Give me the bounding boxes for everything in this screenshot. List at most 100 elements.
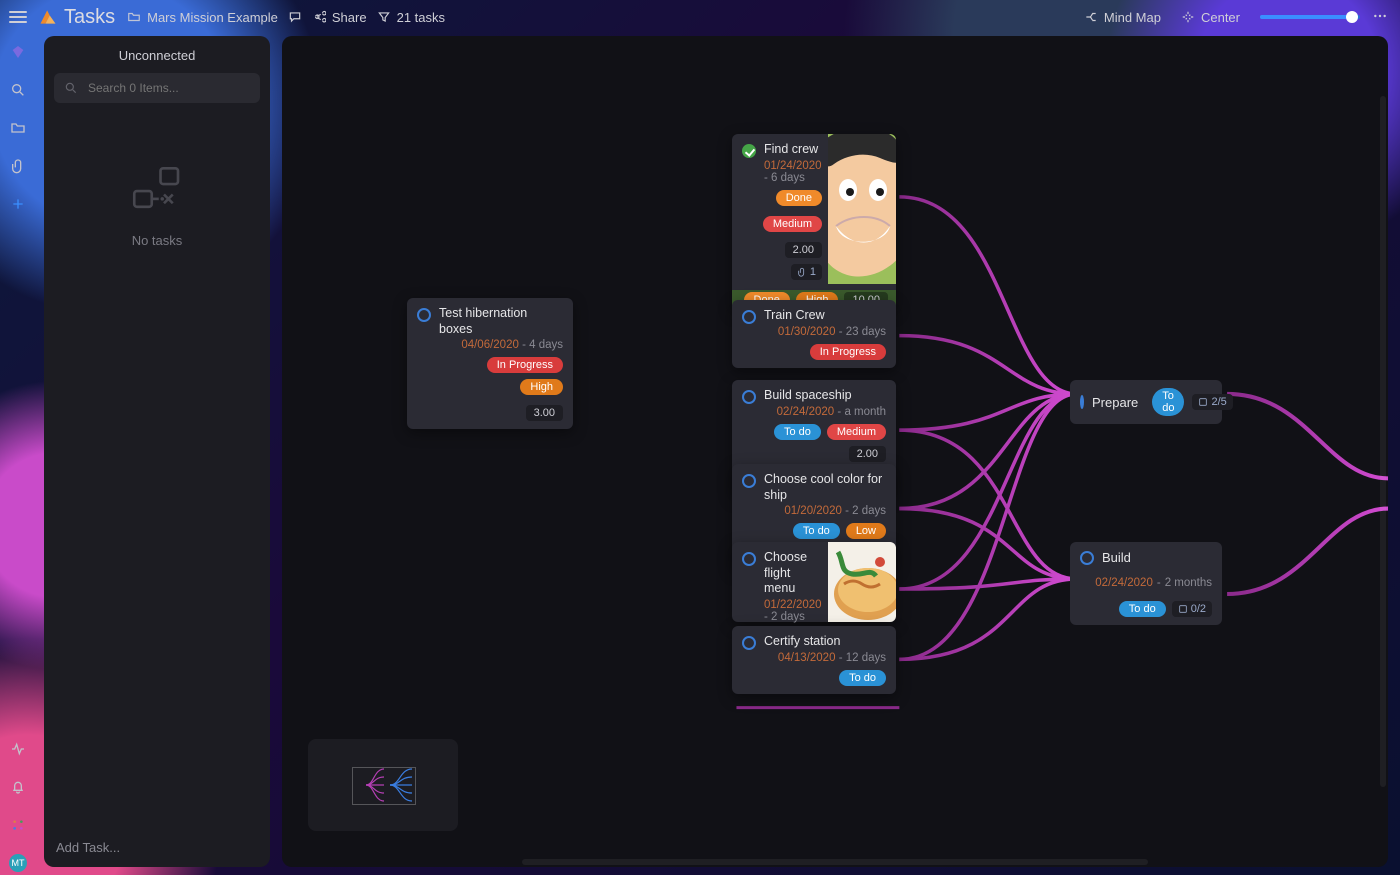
share-button[interactable]: Share <box>312 10 367 25</box>
status-chip: To do <box>839 670 886 686</box>
rail-search[interactable] <box>6 78 30 102</box>
mindmap-canvas[interactable]: Test hibernation boxes 04/06/2020 - 4 da… <box>282 36 1388 867</box>
sidebar-empty: No tasks <box>44 163 270 248</box>
center-icon <box>1181 10 1195 24</box>
sidebar-unconnected: Unconnected No tasks Add Task... <box>44 36 270 867</box>
card-date: 01/24/2020 <box>764 160 822 172</box>
rail-attach[interactable] <box>6 154 30 178</box>
card-image <box>828 134 896 310</box>
view-mode-button[interactable]: Mind Map <box>1084 10 1161 25</box>
card-title: Test hibernation boxes <box>439 306 563 337</box>
rail-notify[interactable] <box>6 775 30 799</box>
priority-chip: Medium <box>763 216 822 232</box>
card-title: Find crew <box>764 142 822 158</box>
canvas-vertical-scrollbar[interactable] <box>1380 96 1386 787</box>
more-button[interactable] <box>1370 8 1390 27</box>
checklist-badge: 2/5 <box>1192 394 1232 410</box>
menu-button[interactable] <box>0 0 36 34</box>
rail-avatar[interactable]: MT <box>6 851 30 875</box>
card-value: 3.00 <box>526 405 563 421</box>
paperclip-icon <box>10 158 26 174</box>
card-title: Build spaceship <box>764 388 886 404</box>
breadcrumb-folder[interactable]: Mars Mission Example <box>127 10 278 25</box>
card-prepare[interactable]: Prepare To do 2/5 <box>1070 380 1222 424</box>
app-title: Tasks <box>64 6 115 29</box>
card-title: Build <box>1102 550 1212 565</box>
status-circle-icon[interactable] <box>1080 551 1094 565</box>
sidebar-search <box>54 73 260 103</box>
status-circle-icon[interactable] <box>417 308 431 322</box>
task-count-label: 21 tasks <box>397 10 445 25</box>
more-icon <box>1372 8 1388 24</box>
checklist-icon <box>1178 604 1188 614</box>
status-circle-icon[interactable] <box>1080 395 1084 409</box>
attachments-badge: 1 <box>791 264 822 280</box>
status-chip: To do <box>774 424 821 440</box>
status-chip: To do <box>793 523 840 539</box>
card-duration: 6 days <box>771 172 805 184</box>
card-duration: 4 days <box>529 339 563 351</box>
search-icon <box>10 82 26 98</box>
view-mode-label: Mind Map <box>1104 10 1161 25</box>
folder-add-icon <box>10 120 26 136</box>
card-title: Train Crew <box>764 308 886 324</box>
priority-chip: Medium <box>827 424 886 440</box>
card-find-crew[interactable]: Find crew 01/24/2020 - 6 days Done Mediu… <box>732 134 896 310</box>
share-icon <box>312 10 326 24</box>
card-duration: 2 days <box>771 611 805 623</box>
apps-icon <box>10 817 26 833</box>
status-chip: To do <box>1152 388 1184 416</box>
rail-activity[interactable] <box>6 737 30 761</box>
nav-rail: MT <box>0 34 36 875</box>
chat-button[interactable] <box>288 10 302 24</box>
status-circle-icon[interactable] <box>742 636 756 650</box>
card-title: Certify station <box>764 634 886 650</box>
card-date: 02/24/2020 <box>777 406 835 418</box>
gem-icon <box>10 44 26 60</box>
status-chip: Done <box>776 190 822 206</box>
search-icon <box>64 81 78 95</box>
add-task-button[interactable]: Add Task... <box>44 830 270 867</box>
status-circle-icon[interactable] <box>742 552 756 566</box>
rail-apps[interactable] <box>6 813 30 837</box>
bell-icon <box>10 779 26 795</box>
rail-folder[interactable] <box>6 116 30 140</box>
status-done-icon[interactable] <box>742 144 756 158</box>
card-hibernate[interactable]: Test hibernation boxes 04/06/2020 - 4 da… <box>407 298 573 429</box>
topbar: Tasks Mars Mission Example Share 21 task… <box>0 0 1400 34</box>
card-train-crew[interactable]: Train Crew 01/30/2020 - 23 days In Progr… <box>732 300 896 368</box>
minimap-viewport[interactable] <box>352 767 416 805</box>
app-icon <box>38 7 58 27</box>
status-circle-icon[interactable] <box>742 310 756 324</box>
share-label: Share <box>332 10 367 25</box>
sidebar-search-input[interactable] <box>86 80 250 96</box>
card-duration: 2 months <box>1165 577 1212 589</box>
sidebar-title: Unconnected <box>44 36 270 73</box>
rail-gem[interactable] <box>6 40 30 64</box>
filter-button[interactable]: 21 tasks <box>377 10 445 25</box>
chat-icon <box>288 10 302 24</box>
card-flight-menu[interactable]: Choose flight menu 01/22/2020 - 2 days <box>732 542 896 622</box>
paperclip-icon <box>797 267 807 277</box>
status-chip: In Progress <box>810 344 886 360</box>
rail-add[interactable] <box>6 192 30 216</box>
status-circle-icon[interactable] <box>742 474 756 488</box>
card-image <box>828 542 896 622</box>
status-circle-icon[interactable] <box>742 390 756 404</box>
center-button[interactable]: Center <box>1181 10 1240 25</box>
minimap[interactable] <box>308 739 458 831</box>
empty-icon <box>129 163 185 219</box>
card-date: 02/24/2020 <box>1095 577 1153 589</box>
canvas-horizontal-scrollbar[interactable] <box>522 859 1148 865</box>
card-date: 01/20/2020 <box>784 505 842 517</box>
folder-icon <box>127 10 141 24</box>
mindmap-icon <box>1084 10 1098 24</box>
center-label: Center <box>1201 10 1240 25</box>
card-certify[interactable]: Certify station 04/13/2020 - 12 days To … <box>732 626 896 694</box>
card-build[interactable]: Build 02/24/2020 - 2 months To do 0/2 <box>1070 542 1222 625</box>
card-date: 01/30/2020 <box>778 326 836 338</box>
zoom-slider[interactable] <box>1260 15 1360 19</box>
priority-chip: Low <box>846 523 886 539</box>
card-date: 04/13/2020 <box>778 652 836 664</box>
card-duration: 23 days <box>846 326 886 338</box>
